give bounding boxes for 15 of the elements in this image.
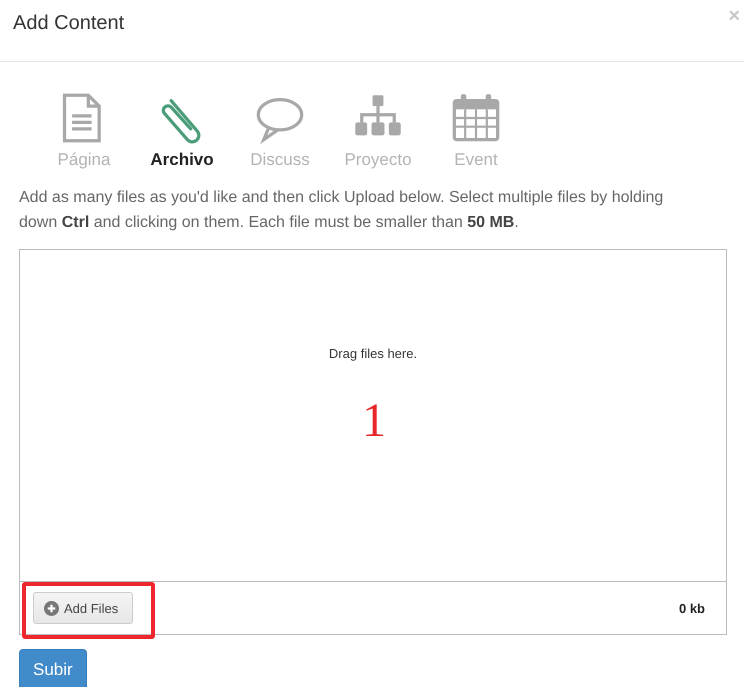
- add-files-button[interactable]: Add Files: [33, 592, 134, 624]
- calendar-icon: [450, 92, 502, 144]
- drop-hint: Drag files here.: [328, 346, 418, 361]
- content-type-tab[interactable]: Discuss: [231, 92, 329, 170]
- close-button[interactable]: ×: [728, 6, 740, 26]
- content-type-tab[interactable]: Event: [427, 92, 525, 170]
- instructions-text: Add as many files as you'd like and then click Upload below. Select multiple files by holding down Ctrl and clicking on them. Each file must be smaller than 50 MB.: [19, 188, 664, 233]
- total-size: 0 kb: [678, 600, 705, 616]
- content-type-tab[interactable]: Proyecto: [329, 92, 427, 170]
- content-type-tab[interactable]: Archivo: [133, 92, 231, 170]
- submit-button[interactable]: Subir: [19, 649, 87, 687]
- dialog-title: Add Content: [13, 12, 124, 35]
- content-type-tab[interactable]: Página: [35, 92, 133, 170]
- annotation-number: 1: [362, 393, 386, 448]
- plus-circle-icon: [44, 600, 59, 616]
